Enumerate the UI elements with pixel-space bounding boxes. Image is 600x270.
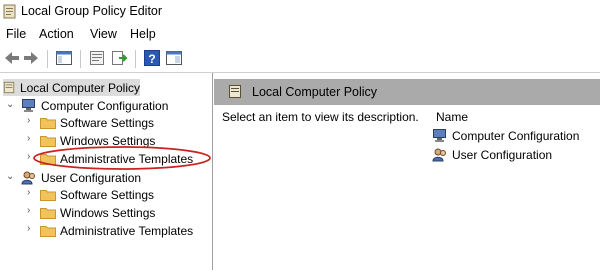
policy-editor-app-icon [3, 4, 16, 19]
menu-file[interactable]: File [6, 27, 26, 41]
chevron-right-icon[interactable]: › [27, 205, 30, 216]
menu-action[interactable]: Action [39, 27, 74, 41]
tree-label: Administrative Templates [60, 223, 194, 238]
folder-icon [40, 136, 56, 147]
tree-item-user-configuration[interactable]: User Configuration [21, 169, 141, 186]
chevron-right-icon[interactable]: › [27, 151, 30, 162]
tree-item-local-computer-policy[interactable]: Local Computer Policy [3, 79, 140, 96]
list-item-label: User Configuration [452, 147, 553, 162]
computer-icon [22, 99, 35, 112]
policy-document-icon [229, 85, 241, 98]
chevron-right-icon[interactable]: › [27, 133, 30, 144]
tree-label: Software Settings [60, 187, 155, 202]
tree-item-windows-settings[interactable]: Windows Settings [40, 132, 155, 149]
tree-label: Administrative Templates [60, 151, 194, 166]
tree-label: Computer Configuration [41, 98, 169, 113]
tree-item-user-windows-settings[interactable]: Windows Settings [40, 204, 155, 221]
menu-bar: File Action View Help [0, 24, 600, 45]
tree-label: Windows Settings [60, 133, 156, 148]
computer-icon [433, 129, 446, 142]
chevron-down-icon[interactable]: ⌄ [6, 99, 14, 110]
folder-icon [40, 190, 56, 201]
tree-label: Software Settings [60, 115, 155, 130]
toolbar: ? [0, 46, 600, 72]
description-text: Select an item to view its description. [222, 110, 419, 124]
title-bar: Local Group Policy Editor [0, 0, 600, 24]
tree-label: User Configuration [41, 170, 142, 185]
column-header-name[interactable]: Name [436, 110, 468, 124]
tree-item-user-administrative-templates[interactable]: Administrative Templates [40, 222, 193, 239]
properties-icon[interactable] [88, 49, 106, 67]
chevron-down-icon[interactable]: ⌄ [6, 171, 14, 182]
details-title: Local Computer Policy [252, 85, 378, 99]
tree-item-software-settings[interactable]: Software Settings [40, 114, 154, 131]
tree-label: Local Computer Policy [19, 80, 140, 95]
folder-icon [40, 226, 56, 237]
folder-icon [40, 118, 56, 129]
users-icon [432, 148, 446, 162]
tree-item-computer-configuration[interactable]: Computer Configuration [21, 97, 168, 114]
folder-icon [40, 154, 56, 165]
help-icon[interactable]: ? [143, 49, 161, 67]
menu-help[interactable]: Help [130, 27, 156, 41]
menu-view[interactable]: View [90, 27, 117, 41]
list-item-label: Computer Configuration [452, 128, 580, 143]
console-tree-icon[interactable] [55, 49, 73, 67]
console-tree: Local Computer Policy ⌄ Computer Configu… [0, 73, 213, 270]
list-item-computer-configuration[interactable]: Computer Configuration [432, 127, 579, 144]
window-title: Local Group Policy Editor [21, 4, 163, 18]
users-icon [21, 171, 35, 185]
chevron-right-icon[interactable]: › [27, 115, 30, 126]
tree-item-administrative-templates[interactable]: Administrative Templates [40, 150, 193, 167]
tree-item-user-software-settings[interactable]: Software Settings [40, 186, 154, 203]
list-item-user-configuration[interactable]: User Configuration [432, 146, 552, 163]
details-pane: Local Computer Policy Select an item to … [214, 73, 600, 270]
details-header: Local Computer Policy [214, 79, 600, 105]
chevron-right-icon[interactable]: › [27, 187, 30, 198]
show-hide-pane-icon[interactable] [165, 49, 183, 67]
svg-text:?: ? [148, 52, 155, 66]
chevron-right-icon[interactable]: › [27, 223, 30, 234]
folder-icon [40, 208, 56, 219]
back-arrow-icon[interactable] [3, 49, 21, 67]
tree-label: Windows Settings [60, 205, 156, 220]
forward-arrow-icon[interactable] [22, 49, 40, 67]
export-list-icon[interactable] [110, 49, 128, 67]
policy-document-icon [3, 81, 15, 94]
